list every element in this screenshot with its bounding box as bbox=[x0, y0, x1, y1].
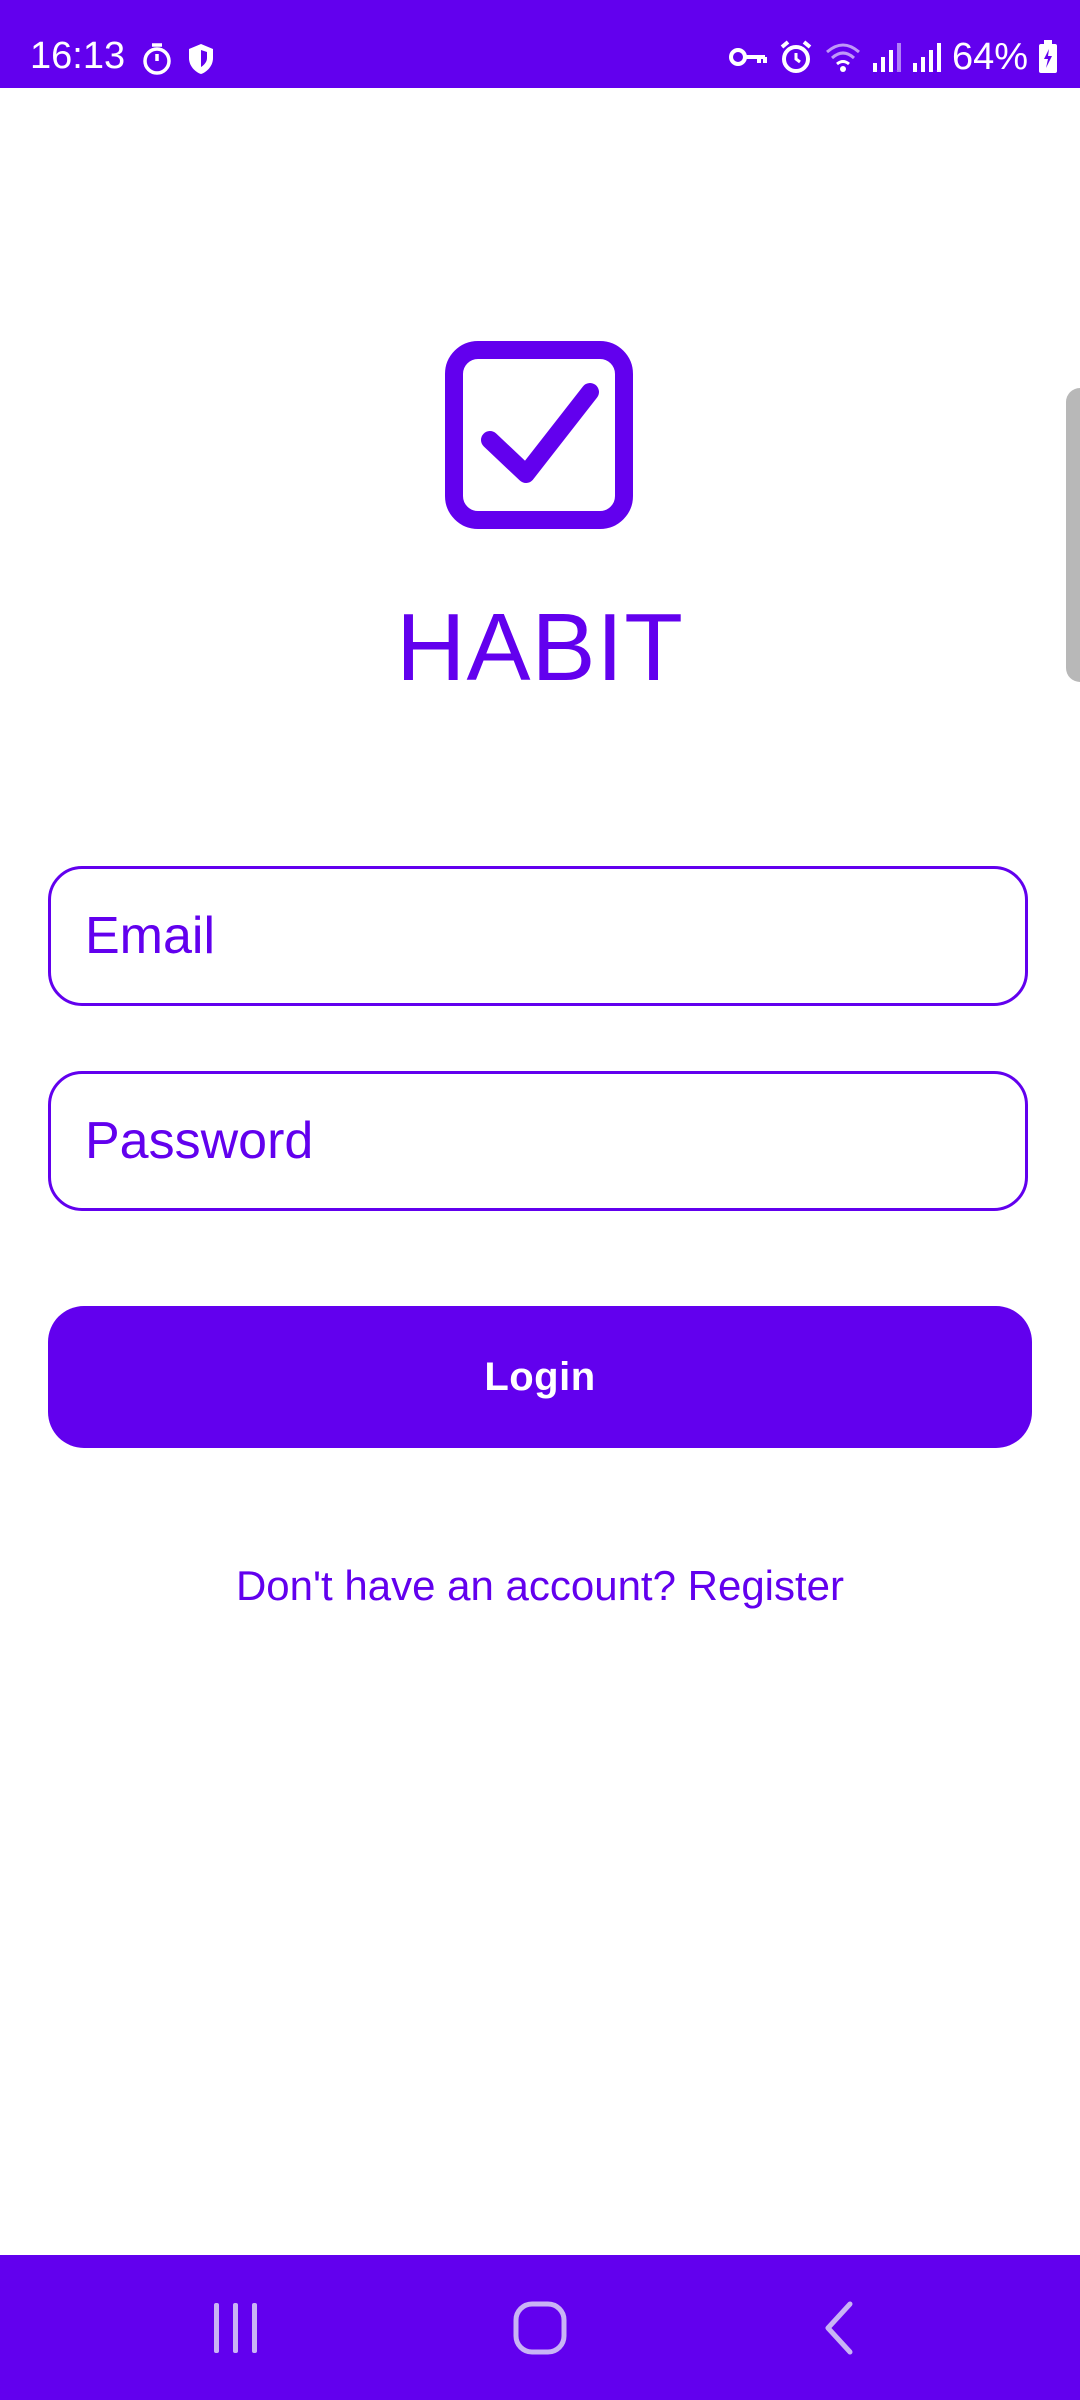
status-bar: 16:13 64% bbox=[0, 0, 1080, 88]
email-input[interactable] bbox=[85, 869, 985, 1003]
signal-icon bbox=[872, 41, 902, 73]
status-right-icons: 64% bbox=[728, 38, 1058, 76]
login-button[interactable]: Login bbox=[48, 1306, 1032, 1448]
vpn-key-icon bbox=[728, 45, 768, 69]
login-screen: 16:13 64% HABIT Email Login Don't have a… bbox=[0, 0, 1080, 2400]
timer-icon bbox=[142, 42, 172, 76]
back-button[interactable] bbox=[760, 2255, 920, 2400]
back-icon bbox=[820, 2300, 860, 2356]
wifi-icon bbox=[824, 41, 862, 73]
shield-icon bbox=[186, 42, 216, 76]
app-title: HABIT bbox=[396, 594, 684, 701]
battery-charging-icon bbox=[1038, 40, 1058, 74]
status-left-icons bbox=[142, 42, 216, 76]
status-time: 16:13 bbox=[30, 35, 126, 77]
recents-button[interactable] bbox=[156, 2255, 316, 2400]
password-input[interactable] bbox=[85, 1074, 985, 1208]
battery-percent: 64% bbox=[951, 36, 1028, 78]
recents-icon bbox=[208, 2301, 264, 2355]
alarm-icon bbox=[778, 39, 814, 75]
register-link[interactable]: Don't have an account? Register bbox=[0, 1562, 1080, 1610]
email-field[interactable] bbox=[48, 866, 1028, 1006]
signal-icon bbox=[912, 41, 942, 73]
home-icon bbox=[512, 2300, 568, 2356]
home-button[interactable] bbox=[460, 2255, 620, 2400]
password-field[interactable] bbox=[48, 1071, 1028, 1211]
checkbox-icon bbox=[444, 340, 634, 530]
navigation-bar bbox=[0, 2255, 1080, 2400]
